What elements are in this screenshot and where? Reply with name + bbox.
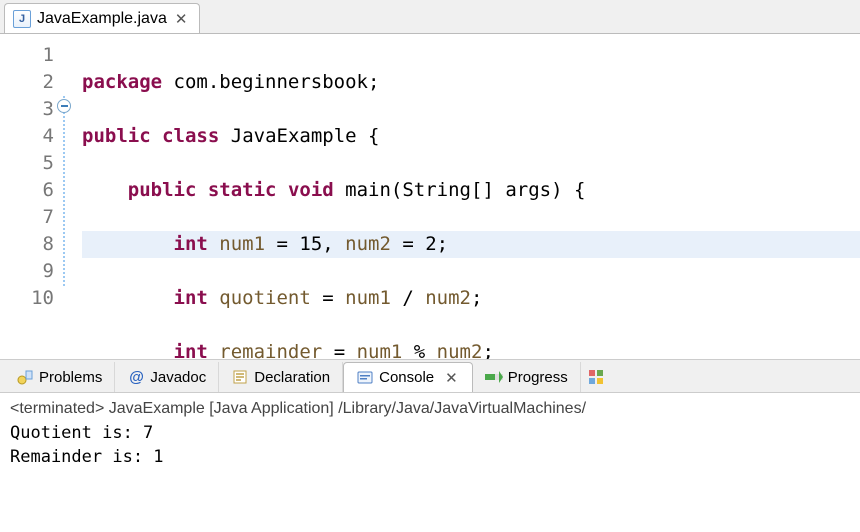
line-number: 9 [0,258,54,285]
overflow-icon [587,368,605,386]
tab-label: Console [379,369,434,386]
token-var: remainder [219,341,322,359]
console-icon [356,369,374,387]
token-keyword: int [174,341,208,359]
line-number: 2 [0,69,54,96]
token-var: num2 [345,233,391,255]
token-var: num1 [219,233,265,255]
token-keyword: static [208,179,277,201]
tab-label: Problems [39,369,102,386]
line-number: 8 [0,231,54,258]
progress-icon [485,368,503,386]
token-var: num2 [425,287,471,309]
java-file-icon: J [13,10,31,28]
token-keyword: public [128,179,197,201]
close-icon[interactable]: ✕ [173,10,190,28]
token-var: quotient [219,287,311,309]
line-number-gutter: 1 2 3 4 5 6 7 8 9 10 [0,34,60,359]
token-keyword: public [82,125,151,147]
problems-icon [16,368,34,386]
token-keyword: int [174,233,208,255]
tab-label: Javadoc [150,369,206,386]
tab-console[interactable]: Console ✕ [343,362,473,392]
fold-toggle-icon[interactable] [57,99,71,113]
close-icon[interactable]: ✕ [443,369,460,387]
token-punct: { [368,125,379,147]
line-number: 7 [0,204,54,231]
line-number: 6 [0,177,54,204]
token-keyword: package [82,71,162,93]
console-line: Quotient is: 7 [10,421,850,445]
bottom-view-tab-bar: Problems @ Javadoc Declaration Console ✕… [0,359,860,393]
token-op: / [391,287,425,309]
editor-tab-label: JavaExample.java [37,10,167,28]
editor-tab-javaexample[interactable]: J JavaExample.java ✕ [4,3,200,33]
token-punct: = 2; [391,233,448,255]
folding-column [60,34,78,359]
console-status-line: <terminated> JavaExample [Java Applicati… [10,397,850,421]
line-number: 10 [0,285,54,312]
console-output[interactable]: <terminated> JavaExample [Java Applicati… [0,393,860,473]
tab-declaration[interactable]: Declaration [219,362,343,392]
line-number: 1 [0,42,54,69]
token-keyword: class [162,125,219,147]
token-var: num1 [345,287,391,309]
tab-problems[interactable]: Problems [4,362,115,392]
token-op: % [402,341,436,359]
editor-tab-bar: J JavaExample.java ✕ [0,0,860,34]
javadoc-icon: @ [127,368,145,386]
tab-label: Progress [508,369,568,386]
token-var: num1 [357,341,403,359]
token-keyword: int [174,287,208,309]
tab-javadoc[interactable]: @ Javadoc [115,362,219,392]
token-var: num2 [437,341,483,359]
declaration-icon [231,368,249,386]
tab-overflow[interactable] [581,362,611,392]
console-line: Remainder is: 1 [10,445,850,469]
line-number: 3 [0,96,54,123]
token-classname: JavaExample [231,125,357,147]
code-editor[interactable]: 1 2 3 4 5 6 7 8 9 10 package com.beginne… [0,34,860,359]
token-keyword: void [288,179,334,201]
token-method: main(String[] args) { [345,179,585,201]
token-punct: = 15, [265,233,345,255]
token-package: com.beginnersbook; [174,71,380,93]
tab-label: Declaration [254,369,330,386]
line-number: 5 [0,150,54,177]
tab-progress[interactable]: Progress [473,362,581,392]
code-text-area[interactable]: package com.beginnersbook; public class … [78,34,860,359]
fold-range-indicator [63,96,65,286]
line-number: 4 [0,123,54,150]
